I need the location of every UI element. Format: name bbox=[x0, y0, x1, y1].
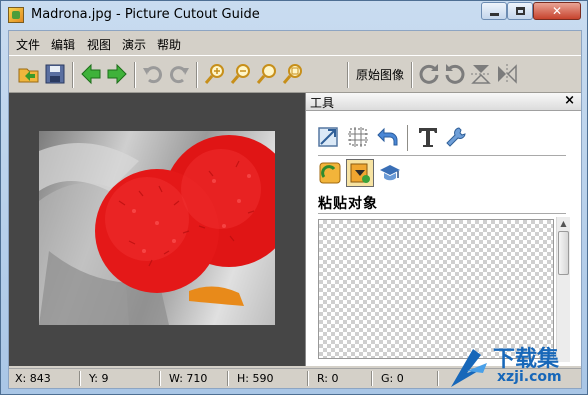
status-red: R: 0 bbox=[317, 372, 339, 385]
zoom-actual-icon[interactable] bbox=[281, 62, 305, 86]
panel-separator bbox=[407, 125, 409, 151]
toolbar-separator bbox=[347, 62, 349, 88]
tools-panel: 工具 × 粘贴对象 ▲ bbox=[305, 93, 581, 366]
status-separator bbox=[437, 371, 439, 386]
open-icon[interactable] bbox=[17, 62, 41, 86]
close-icon: ✕ bbox=[552, 4, 563, 18]
toolbar-separator bbox=[411, 62, 413, 88]
original-image-button[interactable]: 原始图像 bbox=[356, 66, 404, 83]
panel-divider bbox=[318, 213, 566, 214]
toolbar-separator bbox=[196, 62, 198, 88]
forward-arrow-icon[interactable] bbox=[105, 62, 129, 86]
status-separator bbox=[159, 371, 161, 386]
status-separator bbox=[227, 371, 229, 386]
app-window: Madrona.jpg - Picture Cutout Guide ✕ 文件 … bbox=[0, 0, 588, 395]
status-height: H: 590 bbox=[237, 372, 274, 385]
menu-edit[interactable]: 编辑 bbox=[51, 36, 75, 53]
status-separator bbox=[307, 371, 309, 386]
zoom-out-icon[interactable] bbox=[229, 62, 253, 86]
crop-resize-icon[interactable] bbox=[316, 125, 340, 149]
window-title: Madrona.jpg - Picture Cutout Guide bbox=[31, 7, 260, 22]
maximize-icon bbox=[516, 7, 525, 15]
status-green: G: 0 bbox=[381, 372, 404, 385]
minimize-button[interactable] bbox=[481, 2, 507, 20]
wrench-icon[interactable] bbox=[444, 125, 468, 149]
status-width: W: 710 bbox=[169, 372, 208, 385]
redo-icon[interactable] bbox=[167, 62, 191, 86]
menu-view[interactable]: 视图 bbox=[87, 36, 111, 53]
maximize-button[interactable] bbox=[507, 2, 533, 20]
toolbar-separator bbox=[72, 62, 74, 88]
menu-bar: 文件 编辑 视图 演示 帮助 bbox=[9, 31, 581, 55]
photo bbox=[39, 131, 275, 325]
watermark-url: xzji.com bbox=[497, 369, 562, 385]
status-x: X: 843 bbox=[15, 372, 51, 385]
close-button[interactable]: ✕ bbox=[533, 2, 581, 20]
selection-grid-icon[interactable] bbox=[346, 125, 370, 149]
image-canvas[interactable] bbox=[9, 93, 305, 366]
zoom-in-icon[interactable] bbox=[203, 62, 227, 86]
zoom-fit-icon[interactable] bbox=[255, 62, 279, 86]
paste-tool-button[interactable] bbox=[346, 159, 374, 187]
scroll-thumb[interactable] bbox=[558, 231, 569, 275]
site-watermark: 下载集 xzji.com bbox=[445, 341, 588, 393]
panel-close-button[interactable]: × bbox=[564, 93, 575, 108]
flip-vertical-icon[interactable] bbox=[469, 62, 493, 86]
title-bar[interactable]: Madrona.jpg - Picture Cutout Guide ✕ bbox=[1, 1, 587, 29]
panel-header: 工具 × bbox=[306, 93, 581, 111]
menu-file[interactable]: 文件 bbox=[16, 36, 40, 53]
menu-help[interactable]: 帮助 bbox=[157, 36, 181, 53]
undo-arrow-icon[interactable] bbox=[376, 125, 400, 149]
flip-horizontal-icon[interactable] bbox=[495, 62, 519, 86]
save-icon[interactable] bbox=[43, 62, 67, 86]
watermark-logo-icon bbox=[451, 349, 487, 387]
cutout-tool-icon[interactable] bbox=[318, 161, 342, 185]
status-separator bbox=[371, 371, 373, 386]
minimize-icon bbox=[490, 13, 499, 16]
rotate-right-icon[interactable] bbox=[417, 62, 441, 86]
paste-preview-area[interactable] bbox=[318, 219, 554, 359]
app-icon bbox=[8, 7, 24, 23]
graduate-hat-icon[interactable] bbox=[378, 161, 402, 185]
menu-demo[interactable]: 演示 bbox=[122, 36, 146, 53]
panel-divider bbox=[318, 155, 566, 156]
toolbar-separator bbox=[134, 62, 136, 88]
rotate-left-icon[interactable] bbox=[443, 62, 467, 86]
undo-icon[interactable] bbox=[141, 62, 165, 86]
scroll-up-arrow-icon[interactable]: ▲ bbox=[557, 217, 570, 230]
panel-title: 工具 bbox=[310, 96, 335, 110]
berries-image bbox=[39, 135, 275, 325]
paste-object-title: 粘贴对象 bbox=[318, 196, 378, 212]
client-area: 文件 编辑 视图 演示 帮助 原始图像 工具 × 粘贴对象 ▲ X: 843 Y… bbox=[8, 30, 582, 389]
text-tool-icon[interactable] bbox=[416, 125, 440, 149]
toolbar: 原始图像 bbox=[9, 55, 581, 93]
status-separator bbox=[79, 371, 81, 386]
status-y: Y: 9 bbox=[89, 372, 109, 385]
back-arrow-icon[interactable] bbox=[79, 62, 103, 86]
paste-tool-icon bbox=[350, 163, 370, 183]
